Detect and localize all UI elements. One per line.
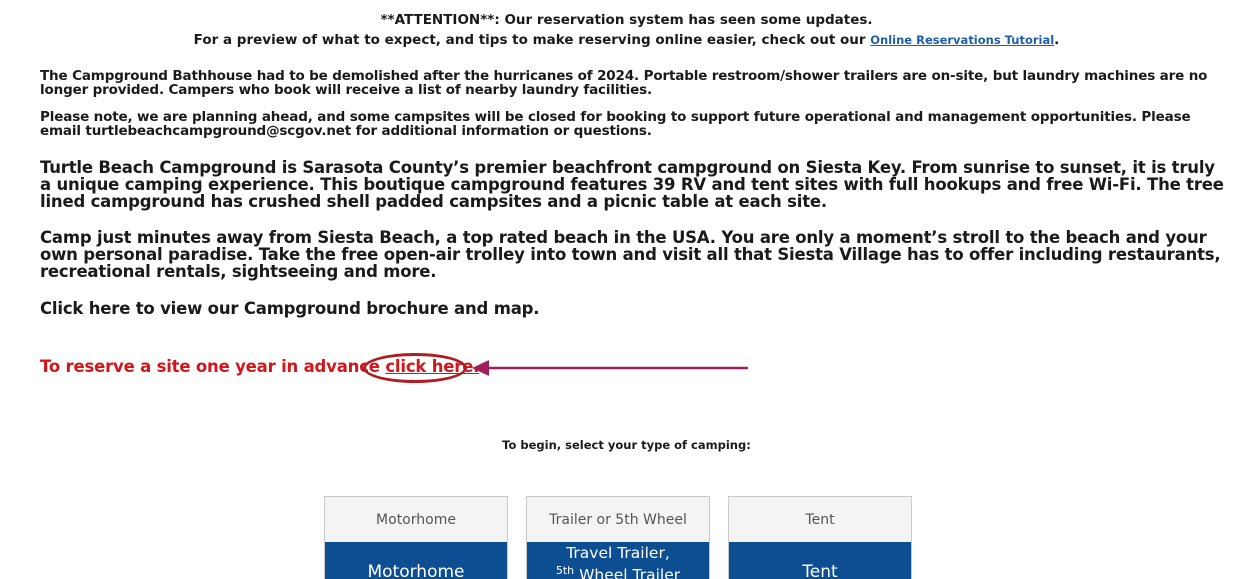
tutorial-link[interactable]: Online Reservations Tutorial [870,33,1054,47]
tutorial-prefix: For a preview of what to expect, and tip… [193,32,871,48]
trailer-card[interactable]: Trailer or 5th Wheel Travel Trailer, 5th… [526,496,710,579]
highlight-circle [363,353,467,383]
motorhome-header: Motorhome [325,497,507,542]
motorhome-card[interactable]: Motorhome Motorhome [324,496,508,579]
location-paragraph: Camp just minutes away from Siesta Beach… [40,229,1230,280]
bathhouse-notice: The Campground Bathhouse had to be demol… [40,68,1208,98]
tent-header: Tent [729,497,911,542]
camping-type-selector: Motorhome Motorhome Trailer or 5th Wheel… [324,496,912,579]
tent-card[interactable]: Tent Tent [728,496,912,579]
planning-notice: Please note, we are planning ahead, and … [40,109,1191,139]
attention-line: **ATTENTION**: Our reservation system ha… [380,12,873,28]
trailer-button[interactable]: Travel Trailer, 5th Wheel Trailer [527,542,709,579]
page: **ATTENTION**: Our reservation system ha… [0,10,1253,579]
trailer-line-1: Travel Trailer, [566,544,670,562]
begin-label: To begin, select your type of camping: [502,438,751,452]
trailer-header: Trailer or 5th Wheel [527,497,709,542]
tent-button[interactable]: Tent [729,542,911,579]
trailer-line-2: Wheel Trailer [574,566,681,579]
attention-banner: **ATTENTION**: Our reservation system ha… [0,10,1253,50]
arrow-left-icon [472,360,748,376]
tutorial-suffix: . [1054,32,1060,48]
brochure-link[interactable]: Click here to view our Campground brochu… [40,300,1230,317]
trailer-button-label: Travel Trailer, 5th Wheel Trailer [556,544,680,579]
tutorial-line: For a preview of what to expect, and tip… [0,30,1253,50]
advance-text: To reserve a site one year in advance [40,357,386,376]
trailer-sup: 5th [555,564,575,577]
campground-intro: Turtle Beach Campground is Sarasota Coun… [40,158,1224,211]
motorhome-button[interactable]: Motorhome [325,542,507,579]
